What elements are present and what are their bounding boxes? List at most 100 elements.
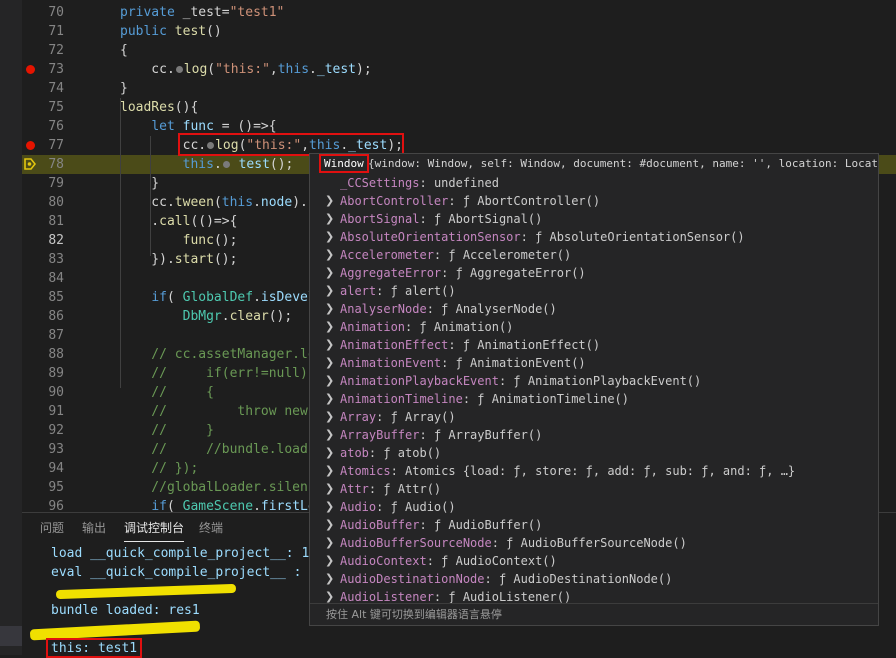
code-text[interactable]: } xyxy=(120,174,159,193)
code-text[interactable]: // } xyxy=(120,421,214,440)
activity-bar-selected[interactable] xyxy=(0,626,22,646)
chevron-right-icon[interactable]: ❯ xyxy=(325,534,335,552)
chevron-right-icon[interactable]: ❯ xyxy=(325,264,335,282)
chevron-right-icon[interactable]: ❯ xyxy=(325,552,335,570)
hover-variable-row[interactable]: ❯ AggregateError: ƒ AggregateError() xyxy=(310,264,878,282)
chevron-right-icon[interactable]: ❯ xyxy=(325,300,335,318)
code-line[interactable]: 76 let func = ()=>{ xyxy=(0,117,896,136)
chevron-right-icon[interactable]: ❯ xyxy=(325,480,335,498)
hover-variable-row[interactable]: ❯ AudioDestinationNode: ƒ AudioDestinatio… xyxy=(310,570,878,588)
code-text[interactable]: this. test(); xyxy=(120,155,294,174)
hover-variable-row[interactable]: ❯ atob: ƒ atob() xyxy=(310,444,878,462)
hover-variable-row[interactable]: ❯ AbortController: ƒ AbortController() xyxy=(310,192,878,210)
code-line[interactable]: 70 private _test="test1" xyxy=(0,3,896,22)
code-line[interactable]: 74} xyxy=(0,79,896,98)
hover-variable-row[interactable]: ❯ Attr: ƒ Attr() xyxy=(310,480,878,498)
hover-variable-row[interactable]: ❯ AnimationEvent: ƒ AnimationEvent() xyxy=(310,354,878,372)
hover-variable-row[interactable]: ❯ AudioBufferSourceNode: ƒ AudioBufferSou… xyxy=(310,534,878,552)
hover-variable-row[interactable]: ❯ Array: ƒ Array() xyxy=(310,408,878,426)
code-text[interactable]: if( GameScene.firstLo xyxy=(120,497,315,512)
variable-value: ƒ alert() xyxy=(390,284,456,298)
code-token: } xyxy=(120,81,128,96)
chevron-right-icon[interactable]: ❯ xyxy=(325,210,335,228)
chevron-right-icon[interactable]: ❯ xyxy=(325,462,335,480)
activity-bar xyxy=(0,0,22,655)
chevron-right-icon[interactable]: ❯ xyxy=(325,570,335,588)
chevron-right-icon[interactable]: ❯ xyxy=(325,498,335,516)
hover-variable-row[interactable]: ❯ alert: ƒ alert() xyxy=(310,282,878,300)
key-value-separator: : xyxy=(441,266,456,280)
code-text[interactable]: private _test="test1" xyxy=(120,3,284,22)
code-text[interactable]: .call(()=>{ xyxy=(120,212,237,231)
code-line[interactable]: 75 loadRes(){ xyxy=(0,98,896,117)
chevron-right-icon[interactable]: ❯ xyxy=(325,354,335,372)
tab-terminal[interactable]: 终端 xyxy=(199,519,223,541)
code-line[interactable]: 72 { xyxy=(0,41,896,60)
hover-variable-row[interactable]: ❯ AbsoluteOrientationSensor: ƒ AbsoluteOr… xyxy=(310,228,878,246)
hover-variable-text: AudioBuffer: ƒ AudioBuffer() xyxy=(340,516,542,534)
chevron-right-icon[interactable]: ❯ xyxy=(325,408,335,426)
hover-variable-row[interactable]: ❯ Animation: ƒ Animation() xyxy=(310,318,878,336)
variable-value: ƒ ArrayBuffer() xyxy=(433,428,543,442)
chevron-right-icon[interactable]: ❯ xyxy=(325,516,335,534)
code-text[interactable]: // { xyxy=(120,383,214,402)
hover-variable-row[interactable]: ❯ Audio: ƒ Audio() xyxy=(310,498,878,516)
hover-variable-row[interactable]: ❯ ArrayBuffer: ƒ ArrayBuffer() xyxy=(310,426,878,444)
code-text[interactable]: DbMgr.clear(); xyxy=(120,307,293,326)
code-text[interactable]: // throw new xyxy=(120,402,308,421)
variable-key: atob xyxy=(340,446,369,460)
code-text[interactable]: // //bundle.load( xyxy=(120,440,315,459)
debug-hover-popup[interactable]: Window {window: Window, self: Window, do… xyxy=(309,153,879,626)
hover-variable-row[interactable]: ❯ AudioBuffer: ƒ AudioBuffer() xyxy=(310,516,878,534)
tab-debug-console[interactable]: 调试控制台 xyxy=(124,519,185,542)
code-token: (); xyxy=(213,252,238,267)
code-text[interactable]: cc. log("this:",this._test); xyxy=(120,60,371,79)
hover-variable-row[interactable]: ❯ AnimationPlaybackEvent: ƒ AnimationPlay… xyxy=(310,372,878,390)
hover-variable-row[interactable]: ❯ AudioContext: ƒ AudioContext() xyxy=(310,552,878,570)
chevron-right-icon[interactable]: ❯ xyxy=(325,246,335,264)
chevron-right-icon[interactable]: ❯ xyxy=(325,372,335,390)
code-text[interactable]: { xyxy=(120,41,128,60)
code-token: // throw new xyxy=(120,404,308,419)
code-line[interactable]: 73 cc. log("this:",this._test); xyxy=(0,60,896,79)
chevron-right-icon[interactable]: ❯ xyxy=(325,282,335,300)
chevron-right-icon[interactable]: ❯ xyxy=(325,318,335,336)
code-text[interactable]: // cc.assetManager.lo xyxy=(120,345,315,364)
hover-variable-row[interactable]: ❯ AnalyserNode: ƒ AnalyserNode() xyxy=(310,300,878,318)
code-text[interactable]: }).start(); xyxy=(120,250,237,269)
hover-variable-row[interactable]: _CCSettings: undefined xyxy=(310,174,878,192)
inline-breakpoint-dot-icon[interactable] xyxy=(175,65,183,73)
hover-header[interactable]: Window {window: Window, self: Window, do… xyxy=(310,154,878,174)
code-text[interactable]: public test() xyxy=(120,22,222,41)
hover-variable-row[interactable]: ❯ AnimationTimeline: ƒ AnimationTimeline(… xyxy=(310,390,878,408)
variable-key: AnalyserNode xyxy=(340,302,427,316)
breakpoint-icon[interactable] xyxy=(26,141,35,150)
chevron-right-icon[interactable]: ❯ xyxy=(325,444,335,462)
line-number: 90 xyxy=(48,385,64,400)
code-text[interactable]: // if(err!=null) xyxy=(120,364,308,383)
code-text[interactable]: //globalLoader.silenc xyxy=(120,478,315,497)
chevron-right-icon[interactable]: ❯ xyxy=(325,192,335,210)
tab-problems[interactable]: 问题 xyxy=(40,519,64,541)
code-text[interactable]: } xyxy=(120,79,128,98)
code-text[interactable]: // }); xyxy=(120,459,198,478)
chevron-right-icon[interactable]: ❯ xyxy=(325,336,335,354)
hover-variable-text: AnimationPlaybackEvent: ƒ AnimationPlayb… xyxy=(340,372,701,390)
code-text[interactable]: loadRes(){ xyxy=(120,98,198,117)
chevron-right-icon[interactable]: ❯ xyxy=(325,426,335,444)
hover-type-label: Window xyxy=(319,154,369,173)
breakpoint-icon[interactable] xyxy=(26,65,35,74)
code-line[interactable]: 71 public test() xyxy=(0,22,896,41)
hover-variable-row[interactable]: ❯ AbortSignal: ƒ AbortSignal() xyxy=(310,210,878,228)
hover-variable-row[interactable]: ❯ Accelerometer: ƒ Accelerometer() xyxy=(310,246,878,264)
chevron-right-icon[interactable]: ❯ xyxy=(325,228,335,246)
tab-output[interactable]: 输出 xyxy=(82,519,106,541)
inline-breakpoint-dot-icon[interactable] xyxy=(222,160,230,168)
code-text[interactable]: if( GlobalDef.isDevel xyxy=(120,288,315,307)
hover-variable-row[interactable]: ❯ AnimationEffect: ƒ AnimationEffect() xyxy=(310,336,878,354)
hover-variable-row[interactable]: ❯ Atomics: Atomics {load: ƒ, store: ƒ, ad… xyxy=(310,462,878,480)
chevron-right-icon[interactable]: ❯ xyxy=(325,390,335,408)
code-token: func xyxy=(182,233,214,248)
code-text[interactable]: func(); xyxy=(120,231,238,250)
